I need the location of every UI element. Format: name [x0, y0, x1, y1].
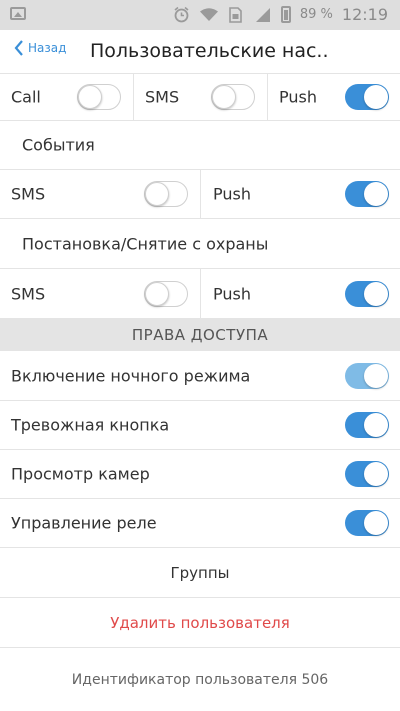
access-item-label: Управление реле: [11, 513, 157, 533]
section-title: События: [22, 135, 95, 155]
night-mode-toggle[interactable]: [345, 362, 389, 389]
access-item-label: Включение ночного режима: [11, 366, 251, 385]
channel-label: Call: [11, 87, 41, 107]
arming-channels-row: SMS Push: [0, 269, 400, 319]
status-bar: 89 % 12:19: [0, 0, 400, 30]
delete-user-button[interactable]: Удалить пользователя: [0, 598, 400, 648]
signal-icon: [254, 6, 272, 24]
sms-toggle[interactable]: [211, 84, 255, 110]
channel-call: Call: [0, 74, 133, 120]
arming-sms: SMS: [0, 269, 200, 318]
access-item-night-mode: Включение ночного режима: [0, 351, 400, 401]
image-icon: [10, 7, 26, 20]
header: Назад Пользовательские нас..: [0, 30, 400, 74]
page-title: Пользовательские нас..: [90, 40, 329, 62]
access-item-relay: Управление реле: [0, 499, 400, 548]
battery-icon: [280, 6, 291, 23]
channel-push: Push: [267, 74, 400, 120]
events-section-title: События: [0, 121, 400, 170]
groups-label: Группы: [170, 563, 230, 582]
access-item-label: Просмотр камер: [11, 464, 150, 484]
arming-push-toggle[interactable]: [345, 280, 389, 307]
call-toggle[interactable]: [77, 84, 121, 110]
sim-icon: [227, 6, 245, 24]
wifi-icon: [199, 6, 218, 24]
arming-push: Push: [200, 269, 400, 318]
events-push: Push: [200, 170, 400, 218]
access-item-panic-button: Тревожная кнопка: [0, 401, 400, 450]
channel-label: SMS: [11, 284, 46, 303]
events-push-toggle[interactable]: [345, 181, 389, 207]
section-title: Постановка/Снятие с охраны: [22, 234, 269, 253]
cameras-toggle[interactable]: [345, 461, 389, 487]
access-rights-header: ПРАВА ДОСТУПА: [0, 319, 400, 351]
groups-button[interactable]: Группы: [0, 548, 400, 598]
access-item-cameras: Просмотр камер: [0, 450, 400, 499]
status-icons: 89 % 12:19: [173, 5, 388, 24]
access-item-label: Тревожная кнопка: [11, 415, 170, 435]
arming-section-title: Постановка/Снятие с охраны: [0, 219, 400, 269]
channel-label: SMS: [11, 184, 46, 204]
back-button[interactable]: Назад: [14, 40, 66, 56]
user-id-row: Идентификатор пользователя 506: [0, 648, 400, 711]
channel-label: SMS: [145, 87, 180, 107]
events-channels-row: SMS Push: [0, 170, 400, 219]
channel-sms: SMS: [133, 74, 267, 120]
channel-label: Push: [213, 284, 251, 303]
events-sms-toggle[interactable]: [144, 181, 188, 207]
push-toggle[interactable]: [345, 84, 389, 110]
chevron-left-icon: [14, 40, 23, 56]
relay-toggle[interactable]: [345, 510, 389, 536]
panic-button-toggle[interactable]: [345, 412, 389, 438]
channel-label: Push: [213, 184, 251, 204]
clock: 12:19: [341, 5, 388, 24]
events-sms: SMS: [0, 170, 200, 218]
battery-percent: 89 %: [299, 7, 333, 22]
notification-channels-row: Call SMS Push: [0, 74, 400, 121]
alarm-icon: [173, 6, 191, 24]
delete-user-label: Удалить пользователя: [110, 613, 290, 632]
back-label: Назад: [28, 41, 67, 55]
user-id-label: Идентификатор пользователя 506: [71, 671, 329, 688]
channel-label: Push: [279, 87, 317, 107]
arming-sms-toggle[interactable]: [144, 280, 188, 307]
